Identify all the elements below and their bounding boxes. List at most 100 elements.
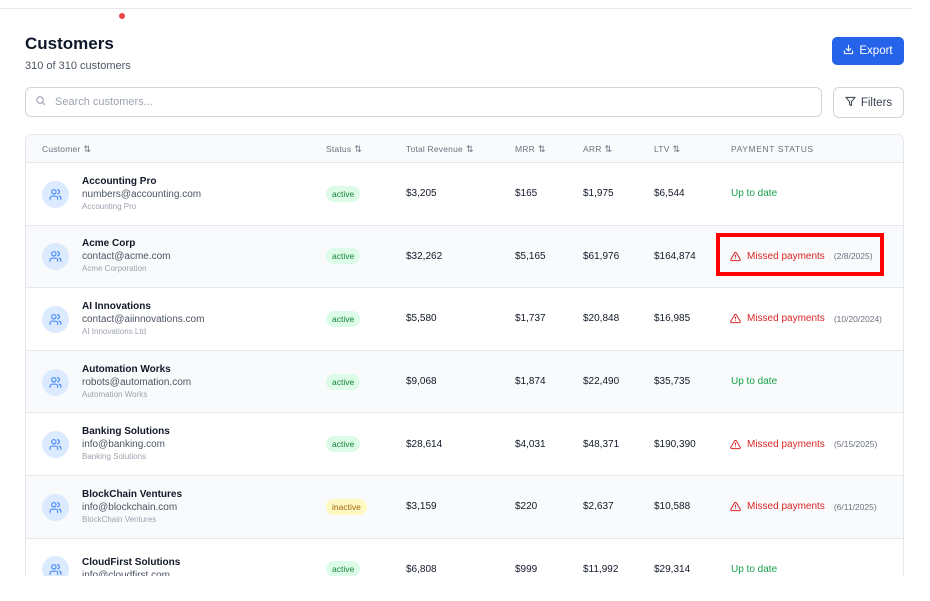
customer-email: info@banking.com [82,439,165,451]
ltv-value: $29,314 [654,563,691,575]
payment-status-text: Missed payments [747,313,825,325]
warning-triangle-icon [730,439,741,450]
column-label: Payment Status [731,144,814,154]
arr-value: $20,848 [583,313,620,325]
customer-name: Automation Works [82,363,171,375]
users-icon [42,431,69,459]
column-header-payment-status: Payment Status [731,135,814,163]
mrr-value: $5,165 [515,250,546,262]
status-badge: active [326,561,361,576]
search-input[interactable] [53,95,793,109]
status-badge: active [326,436,361,453]
missed-payment-date: (10/20/2024) [833,313,883,324]
total-revenue: $6,808 [406,563,437,575]
arr-value: $2,637 [583,501,614,513]
column-label: LTV [654,144,670,154]
status-cell: active [326,163,361,225]
status-cell: active [326,539,361,576]
ltv-value: $164,874 [654,250,696,262]
customer-company: AI Innovations Ltd [82,326,147,336]
table-row[interactable]: Banking Solutions info@banking.com Banking… [26,413,903,476]
total-revenue: $3,159 [406,501,437,513]
users-icon [42,556,69,576]
notification-dot [119,13,125,19]
arr-value: $48,371 [583,438,620,450]
total-revenue: $32,262 [406,250,443,262]
column-header-mrr[interactable]: MRR ⇅ [515,135,546,163]
download-icon [843,44,854,58]
missed-payment-date: (6/11/2025) [833,501,877,512]
customer-name: Banking Solutions [82,426,170,438]
payment-status-text: Up to date [731,376,778,388]
export-label: Export [859,45,893,57]
customer-email: contact@acme.com [82,251,171,263]
funnel-icon [845,96,856,110]
arr-value: $61,976 [583,250,620,262]
sort-icon: ⇅ [537,144,546,154]
table-row[interactable]: CloudFirst Solutions info@cloudfirst.com a… [26,538,903,576]
table-row[interactable]: AI Innovations contact@aiinnovations.com A… [26,288,903,351]
column-label: Customer [42,144,81,154]
column-header-arr[interactable]: ARR ⇅ [583,135,612,163]
ltv-value: $16,985 [654,313,691,325]
payment-status-cell: Missed payments (5/15/2025) [730,413,877,475]
column-header-total-revenue[interactable]: Total Revenue ⇅ [406,135,474,163]
sort-icon: ⇅ [83,144,92,154]
customer-company: Accounting Pro [82,201,137,211]
ltv-value: $6,544 [654,188,685,200]
customer-email: info@cloudfirst.com [82,570,170,576]
customer-email: numbers@accounting.com [82,188,202,200]
customer-info: Acme Corp contact@acme.com Acme Corporatio… [82,237,171,275]
column-header-customer[interactable]: Customer ⇅ [42,135,91,163]
table-row[interactable]: Acme Corp contact@acme.com Acme Corporatio… [26,225,903,289]
arr-value: $11,992 [583,563,619,575]
users-icon [42,305,69,333]
page-title: Customers [25,34,114,53]
payment-status-cell: Missed payments (2/8/2025) [730,226,873,288]
customer-info: BlockChain Ventures info@blockchain.com Bl… [82,488,182,526]
payment-status-cell: Missed payments (10/20/2024) [730,288,882,350]
customers-table: Customer ⇅ Status ⇅ Total Revenue ⇅ MRR ⇅ AR… [25,134,904,576]
ltv-value: $10,588 [654,501,691,513]
export-button[interactable]: Export [832,37,904,65]
customer-name: BlockChain Ventures [82,488,183,500]
mrr-value: $220 [515,501,538,513]
users-icon [42,368,69,396]
table-row[interactable]: Accounting Pro numbers@accounting.com Acco… [26,163,903,226]
column-label: MRR [515,144,535,154]
status-cell: active [326,413,361,475]
column-header-status[interactable]: Status ⇅ [326,135,362,163]
users-icon [42,180,69,208]
table-header: Customer ⇅ Status ⇅ Total Revenue ⇅ MRR ⇅ AR… [26,135,903,163]
ltv-value: $35,735 [654,376,691,388]
missed-payment-date: (2/8/2025) [833,251,873,262]
payment-status-text: Missed payments [747,250,825,262]
customer-name: CloudFirst Solutions [82,557,181,569]
column-label: Total Revenue [406,144,463,154]
table-row[interactable]: BlockChain Ventures info@blockchain.com Bl… [26,475,903,539]
sort-icon: ⇅ [465,144,474,154]
column-label: ARR [583,144,602,154]
sort-icon: ⇅ [672,144,681,154]
total-revenue: $28,614 [406,438,443,450]
payment-status-cell: Missed payments (6/11/2025) [730,476,877,538]
page-header: Customers 310 of 310 customers [25,34,131,72]
users-icon [42,243,69,271]
mrr-value: $1,737 [515,313,546,325]
warning-triangle-icon [730,313,741,324]
arr-value: $1,975 [583,188,614,200]
total-revenue: $9,068 [406,376,437,388]
customer-info: Accounting Pro numbers@accounting.com Acco… [82,175,201,213]
table-body: Accounting Pro numbers@accounting.com Acco… [26,163,903,576]
customer-company: BlockChain Ventures [82,514,157,524]
table-row[interactable]: Automation Works robots@automation.com Aut… [26,350,903,414]
missed-payment-date: (5/15/2025) [833,439,878,450]
search-box[interactable] [25,87,822,117]
customer-info: Automation Works robots@automation.com Aut… [82,363,191,401]
status-badge: active [326,310,361,327]
column-header-ltv[interactable]: LTV ⇅ [654,135,680,163]
top-divider [0,8,912,9]
status-badge: active [326,185,361,202]
search-icon [35,93,46,111]
filters-button[interactable]: Filters [833,87,904,118]
